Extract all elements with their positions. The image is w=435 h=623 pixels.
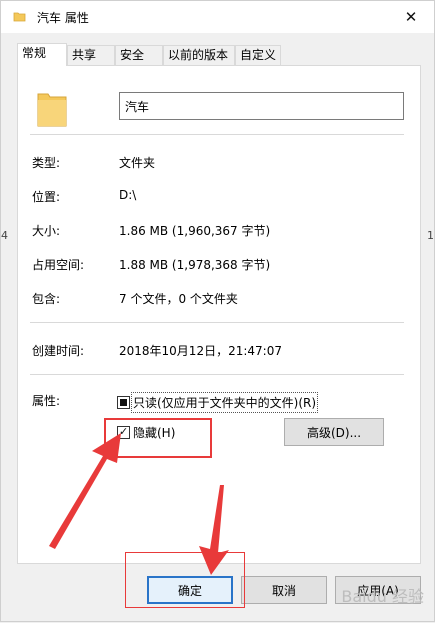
side-mark-left: 4 — [1, 229, 8, 242]
location-value: D:\ — [119, 188, 137, 202]
close-icon: ✕ — [404, 8, 418, 26]
ok-button[interactable]: 确定 — [147, 576, 233, 604]
readonly-checkbox-row[interactable]: 只读(仅应用于文件夹中的文件)(R) — [117, 391, 319, 413]
folder-icon — [13, 12, 26, 22]
size-on-disk-label: 占用空间: — [32, 258, 85, 272]
title-bar[interactable]: 汽车 属性 ✕ — [1, 1, 434, 33]
type-label: 类型: — [32, 156, 61, 170]
type-value: 文件夹 — [119, 156, 156, 170]
close-button[interactable]: ✕ — [388, 1, 434, 33]
tab-sharing[interactable]: 共享 — [67, 45, 115, 65]
hidden-checkbox[interactable] — [117, 424, 130, 440]
window-title: 汽车 属性 — [37, 11, 89, 25]
watermark-text: Baidu 经验 — [341, 587, 424, 606]
folder-icon — [37, 93, 67, 127]
hidden-checkbox-row[interactable]: 隐藏(H) — [117, 423, 175, 441]
size-on-disk-value: 1.88 MB (1,978,368 字节) — [119, 258, 271, 272]
cancel-button[interactable]: 取消 — [241, 576, 327, 604]
separator — [30, 134, 404, 135]
side-mark-right: 1 — [427, 229, 434, 242]
size-value: 1.86 MB (1,960,367 字节) — [119, 224, 271, 238]
general-panel: 类型: 文件夹 位置: D:\ 大小: 1.86 MB (1,960,367 字… — [17, 65, 421, 564]
contains-value: 7 个文件，0 个文件夹 — [119, 292, 238, 306]
tab-security[interactable]: 安全 — [115, 45, 163, 65]
location-label: 位置: — [32, 190, 61, 204]
separator — [30, 374, 404, 375]
tab-general[interactable]: 常规 — [17, 43, 67, 66]
folder-name-input[interactable] — [119, 92, 404, 120]
hidden-label: 隐藏(H) — [133, 425, 176, 440]
readonly-checkbox[interactable] — [117, 395, 130, 409]
separator — [30, 322, 404, 323]
tab-previous-versions[interactable]: 以前的版本 — [163, 45, 235, 65]
created-value: 2018年10月12日，21:47:07 — [119, 344, 282, 358]
created-label: 创建时间: — [32, 344, 85, 358]
properties-window: 汽车 属性 ✕ 4 1 常规 共享 安全 以前的版本 自定义 类型: 文件夹 位… — [0, 0, 435, 622]
tab-customize[interactable]: 自定义 — [235, 45, 281, 65]
attributes-label: 属性: — [32, 394, 61, 408]
readonly-label: 只读(仅应用于文件夹中的文件)(R) — [130, 391, 319, 413]
contains-label: 包含: — [32, 292, 61, 306]
advanced-button[interactable]: 高级(D)... — [284, 418, 384, 446]
size-label: 大小: — [32, 224, 61, 238]
